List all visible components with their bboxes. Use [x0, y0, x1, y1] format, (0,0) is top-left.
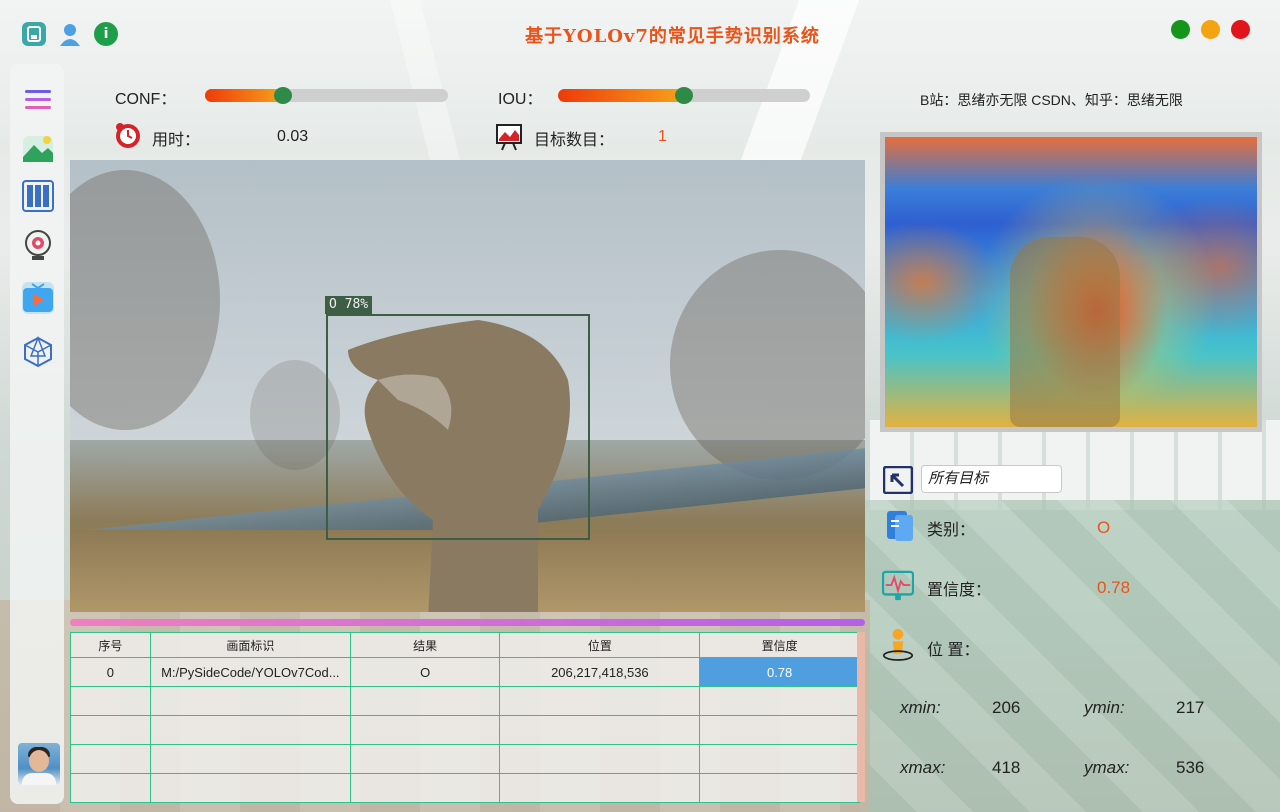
table-cell[interactable]	[499, 715, 701, 745]
table-cell[interactable]	[70, 686, 151, 716]
table-row[interactable]: 0 M:/PySideCode/YOLOv7Cod... O 206,217,4…	[70, 657, 860, 687]
iou-slider[interactable]	[558, 87, 810, 104]
table-cell[interactable]: M:/PySideCode/YOLOv7Cod...	[149, 657, 351, 687]
target-select-icon	[882, 464, 914, 496]
table-cell[interactable]	[699, 744, 860, 774]
conf-slider-knob[interactable]	[273, 87, 292, 104]
position-label: 位 置：	[927, 642, 980, 659]
count-value: 1	[658, 128, 667, 145]
app-title: 基于YOLOv7的常见手势识别系统	[525, 26, 820, 47]
table-cell[interactable]	[349, 744, 501, 774]
time-value: 0.03	[277, 128, 309, 145]
image-icon[interactable]	[22, 132, 54, 164]
table-row[interactable]	[70, 686, 860, 716]
detection-box	[326, 314, 590, 540]
sidebar	[10, 64, 64, 804]
timer-icon	[114, 121, 142, 153]
table-header-row: 序号 画面标识 结果 位置 置信度	[70, 632, 860, 658]
table-cell[interactable]	[699, 686, 860, 716]
results-table: 序号 画面标识 结果 位置 置信度 0 M:/PySideCode/YOLOv7…	[70, 632, 860, 803]
progress-bar	[70, 619, 865, 626]
table-cell[interactable]	[149, 715, 351, 745]
table-cell[interactable]: 206,217,418,536	[499, 657, 701, 687]
model-icon[interactable]	[22, 336, 54, 368]
column-header-confidence[interactable]: 置信度	[699, 632, 860, 658]
column-header-index[interactable]: 序号	[70, 632, 151, 658]
table-cell[interactable]	[349, 773, 501, 803]
table-cell[interactable]	[699, 715, 860, 745]
ymax-value: 536	[1176, 758, 1205, 777]
iou-slider-fill	[558, 89, 684, 102]
xmax-label: xmax:	[900, 758, 946, 777]
avatar[interactable]	[18, 743, 60, 785]
column-header-source[interactable]: 画面标识	[149, 632, 351, 658]
video-icon[interactable]	[22, 282, 54, 314]
conf-label: CONF：	[115, 91, 177, 108]
class-icon	[884, 510, 916, 542]
table-cell[interactable]	[149, 773, 351, 803]
ymin-value: 217	[1176, 698, 1205, 717]
iou-slider-knob[interactable]	[675, 87, 693, 104]
confidence-label: 置信度：	[927, 582, 992, 599]
iou-label: IOU：	[498, 91, 543, 108]
detection-view: O 78%	[70, 160, 865, 612]
table-cell[interactable]	[499, 686, 701, 716]
table-cell[interactable]	[149, 744, 351, 774]
table-cell-selected[interactable]: 0.78	[699, 657, 860, 687]
author-credit: B站：思绪亦无限 CSDN、知乎：思绪无限	[920, 92, 1183, 108]
table-cell[interactable]	[699, 773, 860, 803]
target-select[interactable]: 所有目标	[921, 465, 1062, 493]
column-header-result[interactable]: 结果	[349, 632, 501, 658]
table-cell[interactable]	[149, 686, 351, 716]
confidence-icon	[882, 570, 914, 602]
table-row[interactable]	[70, 715, 860, 745]
table-cell[interactable]	[70, 773, 151, 803]
class-label: 类别：	[927, 522, 976, 539]
table-scrollbar[interactable]	[857, 632, 865, 802]
location-icon	[882, 628, 914, 661]
xmax-value: 418	[992, 758, 1021, 777]
class-value: O	[1097, 518, 1111, 537]
detection-label: O 78%	[325, 296, 373, 314]
heatmap-hand	[1010, 237, 1120, 427]
table-cell[interactable]: O	[349, 657, 501, 687]
table-cell[interactable]	[499, 744, 701, 774]
heatmap-view	[880, 132, 1262, 432]
column-header-position[interactable]: 位置	[499, 632, 701, 658]
window-controls	[1171, 20, 1250, 39]
count-label: 目标数目：	[534, 132, 615, 149]
ymin-label: ymin:	[1084, 698, 1125, 717]
count-icon	[495, 123, 523, 155]
xmin-value: 206	[992, 698, 1021, 717]
menu-icon[interactable]	[22, 84, 54, 116]
table-cell[interactable]	[70, 744, 151, 774]
table-row[interactable]	[70, 773, 860, 803]
table-cell[interactable]	[70, 715, 151, 745]
close-button[interactable]	[1231, 20, 1250, 39]
confidence-value: 0.78	[1097, 578, 1131, 597]
folder-icon[interactable]	[22, 180, 54, 212]
background-ceiling	[0, 0, 1280, 140]
camera-icon[interactable]	[22, 230, 54, 262]
minimize-button[interactable]	[1201, 20, 1220, 39]
maximize-button[interactable]	[1171, 20, 1190, 39]
table-cell[interactable]: 0	[70, 657, 151, 687]
time-label: 用时：	[152, 132, 201, 149]
table-cell[interactable]	[499, 773, 701, 803]
table-cell[interactable]	[349, 686, 501, 716]
ymax-label: ymax:	[1084, 758, 1130, 777]
table-row[interactable]	[70, 744, 860, 774]
conf-slider-fill	[205, 89, 283, 102]
conf-slider[interactable]	[205, 87, 448, 104]
xmin-label: xmin:	[900, 698, 941, 717]
table-cell[interactable]	[349, 715, 501, 745]
